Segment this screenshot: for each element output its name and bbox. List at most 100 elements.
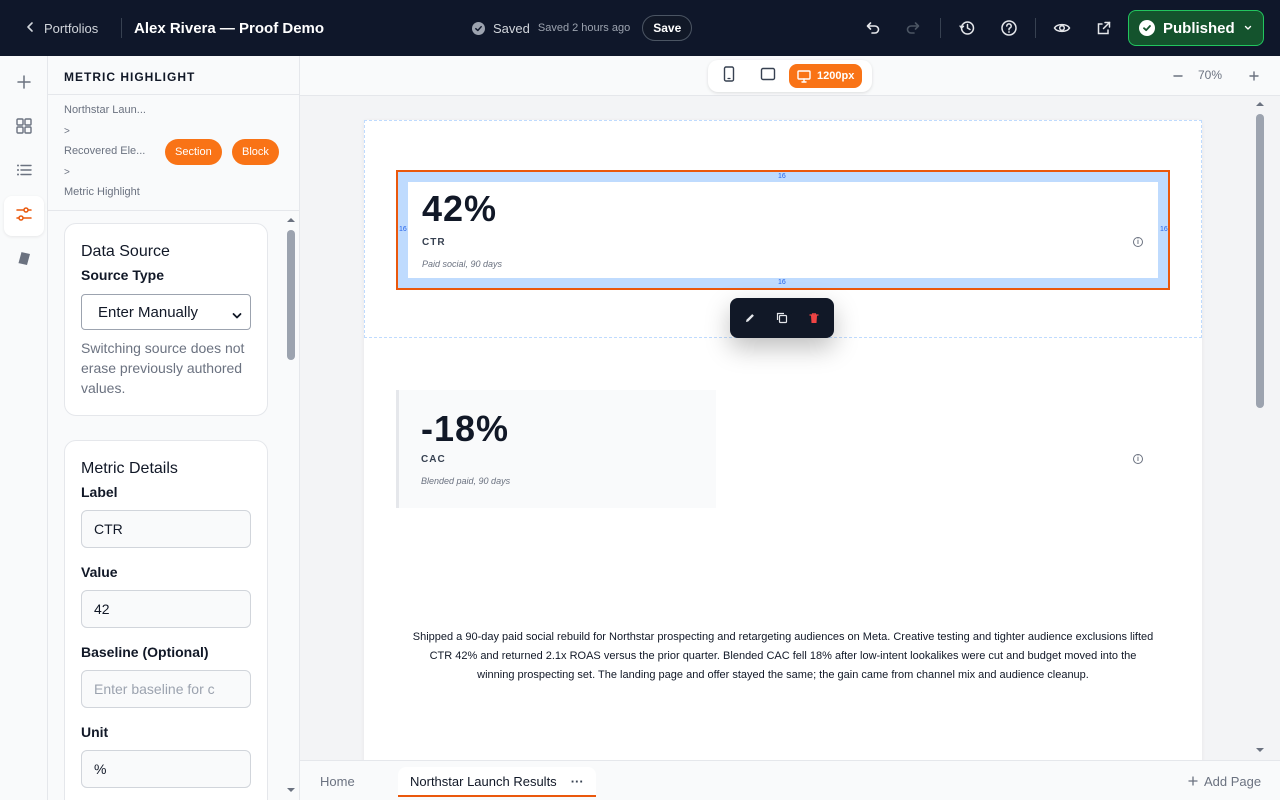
padding-bottom-label: 16 xyxy=(778,279,786,286)
metric-value: 42% xyxy=(422,188,498,229)
metric-details-title: Metric Details xyxy=(81,460,178,477)
panel-scroll-thumb[interactable] xyxy=(287,230,295,360)
source-help-text: Switching source does not erase previous… xyxy=(81,340,245,396)
block-floating-toolbar xyxy=(730,298,834,338)
zoom-in-button[interactable] xyxy=(1246,66,1262,86)
info-icon[interactable]: i xyxy=(1133,454,1143,464)
add-page-label: Add Page xyxy=(1204,773,1262,789)
page-tab-home[interactable]: Home xyxy=(320,761,355,800)
padding-left-label: 16 xyxy=(399,226,407,233)
divider xyxy=(48,94,299,95)
page-tabs-bar: Home Northstar Launch Results ··· Add Pa… xyxy=(300,760,1280,800)
more-options-icon[interactable]: ··· xyxy=(571,774,584,789)
tablet-icon xyxy=(760,67,776,86)
layout-grid-button[interactable] xyxy=(4,108,44,148)
saved-status-text: Saved xyxy=(493,20,530,36)
duplicate-block-button[interactable] xyxy=(774,310,790,326)
label-input[interactable]: CTR xyxy=(81,510,251,548)
chevron-left-icon xyxy=(24,21,36,36)
minus-icon xyxy=(1173,75,1183,77)
metric-highlight-block[interactable]: -18% CAC Blended paid, 90 days xyxy=(396,390,716,508)
block-pill-button[interactable]: Block xyxy=(232,139,279,165)
published-label: Published xyxy=(1163,19,1235,37)
canvas-scroll-thumb[interactable] xyxy=(1256,114,1264,408)
published-button[interactable]: Published xyxy=(1128,10,1264,46)
sliders-icon xyxy=(15,205,33,228)
plus-icon xyxy=(1188,776,1198,786)
source-type-value: Enter Manually xyxy=(98,303,199,321)
plus-icon xyxy=(1249,71,1259,81)
desktop-view-button[interactable]: 1200px xyxy=(789,64,863,88)
history-icon[interactable] xyxy=(955,16,979,40)
breadcrumb-item-current: Metric Highlight xyxy=(64,186,140,198)
scroll-down-icon xyxy=(1256,748,1264,752)
padding-right-label: 16 xyxy=(1160,226,1168,233)
tablet-view-button[interactable] xyxy=(758,64,778,88)
metric-label: CTR xyxy=(422,237,446,248)
redo-icon[interactable] xyxy=(902,16,926,40)
properties-panel: METRIC HIGHLIGHT Northstar Laun... > Rec… xyxy=(48,56,300,800)
metric-subtext: Blended paid, 90 days xyxy=(421,476,511,486)
left-rail xyxy=(0,56,48,800)
grid-icon xyxy=(15,117,33,140)
divider xyxy=(1035,18,1036,38)
undo-icon[interactable] xyxy=(860,16,884,40)
metric-details-card: Metric Details Label CTR Value 42 Baseli… xyxy=(64,440,268,800)
edit-block-button[interactable] xyxy=(742,310,758,326)
data-source-card: Data Source Source Type Enter Manually S… xyxy=(64,223,268,416)
phone-icon xyxy=(723,65,735,87)
external-link-icon[interactable] xyxy=(1092,16,1116,40)
breadcrumb-separator: > xyxy=(64,126,70,137)
page-tab-northstar-launch-results[interactable]: Northstar Launch Results ··· xyxy=(398,767,596,797)
summary-paragraph[interactable]: Shipped a 90-day paid social rebuild for… xyxy=(412,628,1154,685)
pencil-icon xyxy=(746,314,754,322)
copy-icon xyxy=(776,312,788,324)
zoom-out-button[interactable] xyxy=(1170,66,1186,86)
preview-eye-icon[interactable] xyxy=(1050,16,1074,40)
theme-button[interactable] xyxy=(4,240,44,280)
breadcrumb-item-page[interactable]: Northstar Laun... xyxy=(64,104,146,116)
chevron-down-icon xyxy=(1243,23,1253,33)
help-icon[interactable] xyxy=(997,16,1021,40)
source-type-select[interactable]: Enter Manually xyxy=(81,294,251,330)
top-bar: Portfolios Alex Rivera — Proof Demo Save… xyxy=(0,0,1280,56)
mobile-view-button[interactable] xyxy=(720,64,738,88)
add-element-button[interactable] xyxy=(4,64,44,104)
save-button[interactable]: Save xyxy=(642,15,693,41)
scroll-down-icon xyxy=(287,788,295,792)
page-tab-label: Northstar Launch Results xyxy=(410,773,557,789)
divider xyxy=(940,18,941,38)
delete-block-button[interactable] xyxy=(806,310,822,326)
scroll-up-icon xyxy=(1256,102,1264,106)
divider xyxy=(48,210,299,211)
source-type-label: Source Type xyxy=(81,267,164,283)
check-circle-icon xyxy=(1139,20,1155,36)
data-source-title: Data Source xyxy=(81,243,170,260)
zoom-level: 70% xyxy=(1198,68,1223,82)
trash-icon xyxy=(809,313,819,323)
metric-label: CAC xyxy=(421,454,446,465)
breadcrumb-separator: > xyxy=(64,167,70,178)
unit-input[interactable]: % xyxy=(81,750,251,788)
info-icon[interactable]: i xyxy=(1133,237,1143,247)
chevron-down-icon xyxy=(232,308,242,325)
baseline-field-label: Baseline (Optional) xyxy=(81,644,209,660)
document-title: Alex Rivera — Proof Demo xyxy=(134,19,325,37)
value-field-label: Value xyxy=(81,564,118,580)
monitor-icon xyxy=(797,69,811,83)
section-pill-button[interactable]: Section xyxy=(165,139,222,165)
scroll-up-icon xyxy=(287,218,295,222)
breadcrumb-item-section[interactable]: Recovered Ele... xyxy=(64,145,145,157)
value-input[interactable]: 42 xyxy=(81,590,251,628)
metric-highlight-block-selected[interactable]: 16 16 16 16 42% CTR Paid social, 90 days… xyxy=(396,170,1170,290)
panel-scrollbar[interactable] xyxy=(284,216,296,796)
back-to-portfolios-link[interactable]: Portfolios xyxy=(24,0,98,56)
page-preview: 16 16 16 16 42% CTR Paid social, 90 days… xyxy=(364,120,1202,760)
properties-button[interactable] xyxy=(4,196,44,236)
divider xyxy=(121,18,122,38)
add-page-button[interactable]: Add Page xyxy=(1188,761,1261,800)
metric-subtext: Paid social, 90 days xyxy=(422,259,503,269)
canvas-scrollbar[interactable] xyxy=(1252,96,1268,760)
baseline-input[interactable]: Enter baseline for c xyxy=(81,670,251,708)
layers-list-button[interactable] xyxy=(4,152,44,192)
